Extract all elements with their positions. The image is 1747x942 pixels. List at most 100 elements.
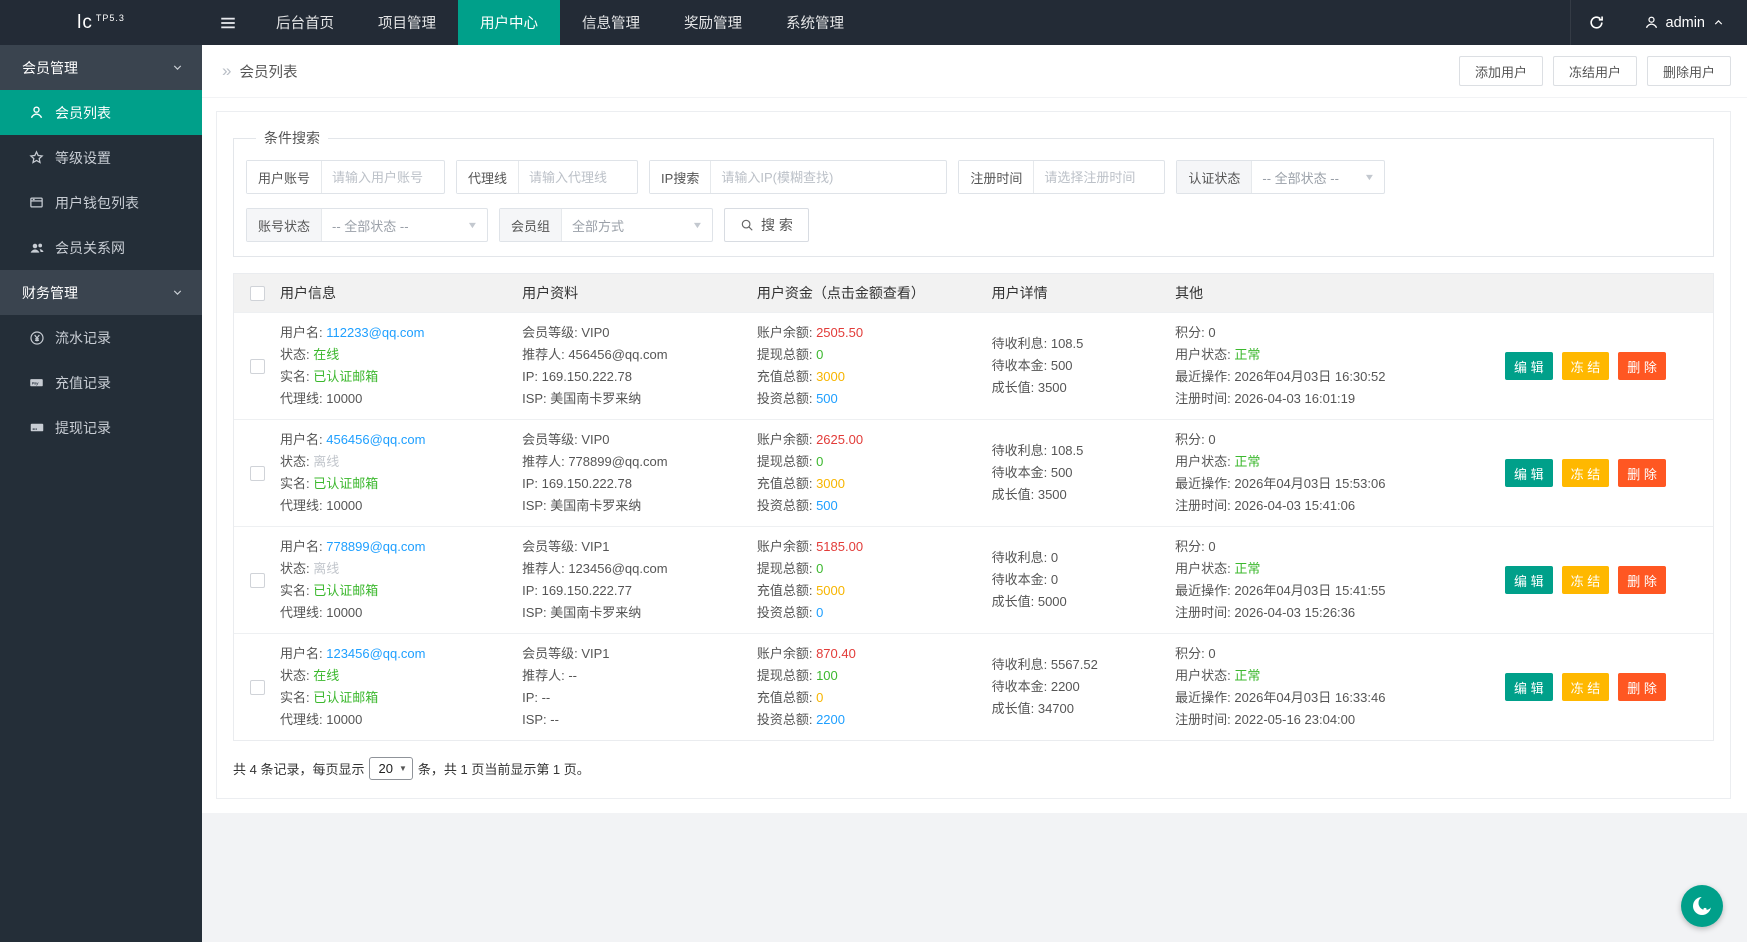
- row-checkbox[interactable]: [250, 359, 265, 374]
- add-user-button[interactable]: 添加用户: [1459, 56, 1543, 86]
- recharge-total-link[interactable]: 5000: [816, 583, 845, 598]
- nav-item-home[interactable]: 后台首页: [254, 0, 356, 45]
- pending-interest-value: 108.5: [1051, 336, 1084, 351]
- freeze-button[interactable]: 冻 结: [1562, 352, 1610, 380]
- field-label: IP搜索: [650, 161, 711, 193]
- invest-total-link[interactable]: 0: [816, 605, 823, 620]
- row-checkbox[interactable]: [250, 466, 265, 481]
- recharge-total-link[interactable]: 0: [816, 690, 823, 705]
- username-link[interactable]: 456456@qq.com: [326, 432, 425, 447]
- recharge-total-link[interactable]: 3000: [816, 476, 845, 491]
- chevron-up-icon: [1712, 16, 1725, 29]
- search-button[interactable]: 搜 索: [724, 208, 809, 242]
- sidebar-item-transaction-records[interactable]: 流水记录: [0, 315, 202, 360]
- topbar: lcTP5.3 后台首页 项目管理 用户中心 信息管理 奖励管理 系统管理 ad…: [0, 0, 1747, 45]
- user-menu[interactable]: admin: [1622, 0, 1747, 45]
- balance-link[interactable]: 2625.00: [816, 432, 863, 447]
- online-status: 在线: [313, 347, 339, 362]
- support-float-button[interactable]: [1681, 885, 1723, 927]
- sidebar-group-member-mgmt[interactable]: 会员管理: [0, 45, 202, 90]
- nav-item-projects[interactable]: 项目管理: [356, 0, 458, 45]
- withdraw-total-link[interactable]: 0: [816, 561, 823, 576]
- sidebar-item-recharge-records[interactable]: Pay 充值记录: [0, 360, 202, 405]
- user-profile-cell: 会员等级: VIP0 推荐人: 456456@qq.com IP: 169.15…: [522, 322, 757, 410]
- user-profile-cell: 会员等级: VIP1 推荐人: 123456@qq.com IP: 169.15…: [522, 536, 757, 624]
- edit-button[interactable]: 编 辑: [1505, 352, 1553, 380]
- invest-total-link[interactable]: 500: [816, 391, 838, 406]
- edit-button[interactable]: 编 辑: [1505, 673, 1553, 701]
- row-checkbox[interactable]: [250, 680, 265, 695]
- refresh-button[interactable]: [1570, 0, 1622, 45]
- user-profile-cell: 会员等级: VIP1 推荐人: -- IP: -- ISP: --: [522, 643, 757, 731]
- app-logo[interactable]: lcTP5.3: [0, 0, 202, 45]
- delete-button[interactable]: 删 除: [1618, 566, 1666, 594]
- sidebar-group-finance-mgmt[interactable]: 财务管理: [0, 270, 202, 315]
- referrer-value: 123456@qq.com: [568, 561, 667, 576]
- header-user-funds: 用户资金（点击金额查看）: [757, 283, 992, 303]
- row-checkbox[interactable]: [250, 573, 265, 588]
- recharge-total-link[interactable]: 3000: [816, 369, 845, 384]
- page-size-select[interactable]: 20 ▼: [369, 757, 412, 780]
- username-link[interactable]: 112233@qq.com: [326, 325, 424, 340]
- invest-total-link[interactable]: 2200: [816, 712, 845, 727]
- caret-down-icon: ▼: [399, 764, 407, 773]
- ip-search-input[interactable]: [711, 161, 946, 193]
- table-row: 用户名: 456456@qq.com 状态: 离线 实名: 已认证邮箱 代理线:…: [234, 419, 1713, 526]
- pending-interest-value: 0: [1051, 550, 1058, 565]
- nav-item-info[interactable]: 信息管理: [560, 0, 662, 45]
- withdraw-total-link[interactable]: 0: [816, 454, 823, 469]
- row-actions-cell: 编 辑 冻 结 删 除: [1505, 322, 1713, 410]
- account-status-select[interactable]: -- 全部状态 -- ▼: [322, 209, 487, 241]
- sidebar-item-member-network[interactable]: 会员关系网: [0, 225, 202, 270]
- user-funds-cell: 账户余额: 2505.50 提现总额: 0 充值总额: 3000 投资总额: 5…: [757, 322, 992, 410]
- search-icon: [740, 218, 754, 232]
- user-info-cell: 用户名: 778899@qq.com 状态: 离线 实名: 已认证邮箱 代理线:…: [280, 536, 522, 624]
- header-other: 其他: [1175, 283, 1505, 303]
- auth-status-select[interactable]: -- 全部状态 -- ▼: [1252, 161, 1384, 193]
- username-link[interactable]: 778899@qq.com: [326, 539, 425, 554]
- last-operation-value: 2026年04月03日 16:30:52: [1234, 369, 1385, 384]
- member-group-select[interactable]: 全部方式 ▼: [562, 209, 712, 241]
- withdraw-total-link[interactable]: 0: [816, 347, 823, 362]
- account-input[interactable]: [322, 161, 444, 193]
- delete-button[interactable]: 删 除: [1618, 673, 1666, 701]
- user-details-cell: 待收利息: 108.5 待收本金: 500 成长值: 3500: [992, 429, 1176, 517]
- username-link[interactable]: 123456@qq.com: [326, 646, 425, 661]
- agent-line-input[interactable]: [519, 161, 637, 193]
- sidebar-item-withdraw-records[interactable]: 提现记录: [0, 405, 202, 450]
- menu-toggle-icon[interactable]: [202, 0, 254, 45]
- select-all-checkbox[interactable]: [250, 286, 265, 301]
- edit-button[interactable]: 编 辑: [1505, 566, 1553, 594]
- balance-link[interactable]: 870.40: [816, 646, 856, 661]
- page-actions: 添加用户 冻结用户 删除用户: [1459, 56, 1731, 86]
- balance-link[interactable]: 5185.00: [816, 539, 863, 554]
- freeze-button[interactable]: 冻 结: [1562, 566, 1610, 594]
- row-actions-cell: 编 辑 冻 结 删 除: [1505, 429, 1713, 517]
- other-cell: 积分: 0 用户状态: 正常 最近操作: 2026年04月03日 15:53:0…: [1175, 429, 1505, 517]
- yen-circle-icon: [28, 330, 45, 346]
- balance-link[interactable]: 2505.50: [816, 325, 863, 340]
- delete-button[interactable]: 删 除: [1618, 352, 1666, 380]
- delete-user-button[interactable]: 删除用户: [1647, 56, 1731, 86]
- edit-button[interactable]: 编 辑: [1505, 459, 1553, 487]
- credit-card-icon: [28, 420, 45, 435]
- freeze-button[interactable]: 冻 结: [1562, 673, 1610, 701]
- freeze-user-button[interactable]: 冻结用户: [1553, 56, 1637, 86]
- search-row-1: 用户账号 代理线 IP搜索 注册时间: [246, 160, 1701, 194]
- freeze-button[interactable]: 冻 结: [1562, 459, 1610, 487]
- breadcrumb: 会员列表: [239, 61, 297, 82]
- nav-item-rewards[interactable]: 奖励管理: [662, 0, 764, 45]
- sidebar-item-level-settings[interactable]: 等级设置: [0, 135, 202, 180]
- delete-button[interactable]: 删 除: [1618, 459, 1666, 487]
- sidebar-item-user-wallet-list[interactable]: 用户钱包列表: [0, 180, 202, 225]
- nav-item-system[interactable]: 系统管理: [764, 0, 866, 45]
- register-time-input[interactable]: [1034, 161, 1164, 193]
- search-field-register-time: 注册时间: [958, 160, 1165, 194]
- register-time-value: 2026-04-03 16:01:19: [1234, 391, 1355, 406]
- chevron-down-icon: [171, 286, 184, 299]
- withdraw-total-link[interactable]: 100: [816, 668, 838, 683]
- nav-item-user-center[interactable]: 用户中心: [458, 0, 560, 45]
- field-label: 账号状态: [247, 209, 322, 241]
- sidebar-item-member-list[interactable]: 会员列表: [0, 90, 202, 135]
- invest-total-link[interactable]: 500: [816, 498, 838, 513]
